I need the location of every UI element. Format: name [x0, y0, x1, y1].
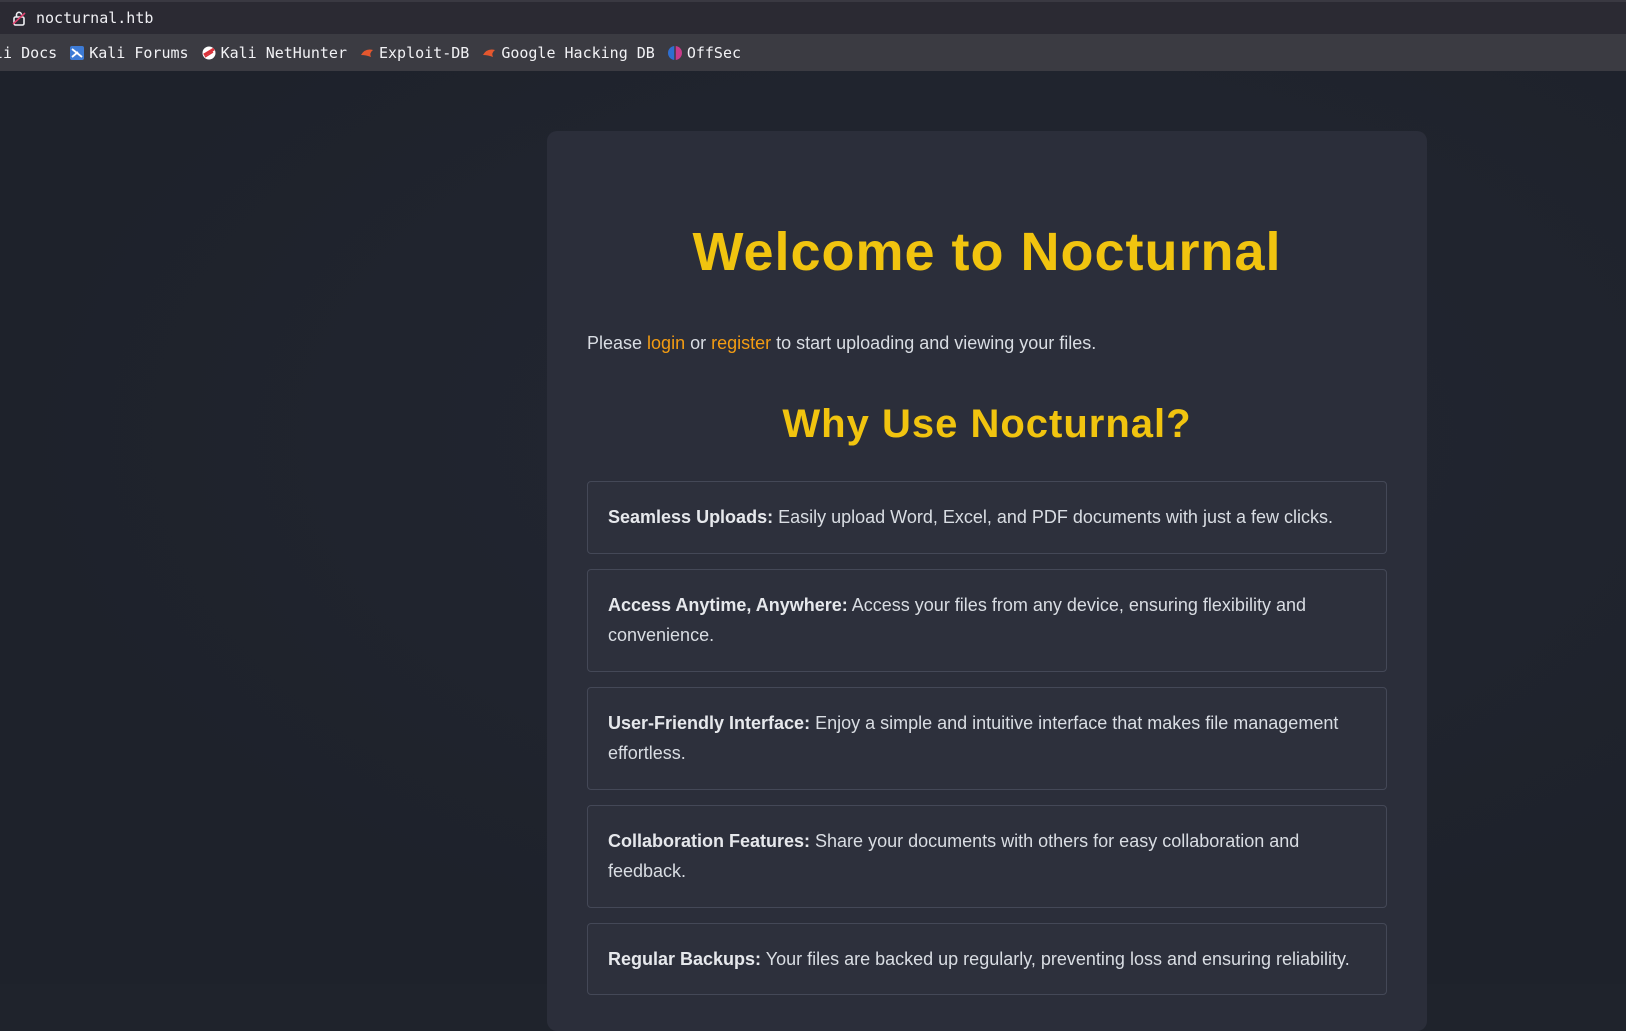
bookmark-label: Exploit-DB: [379, 43, 470, 62]
page-background: Welcome to Nocturnal Please login or reg…: [0, 71, 1626, 1031]
feature-heading: Access Anytime, Anywhere:: [608, 594, 848, 615]
bookmark-label: Kali NetHunter: [220, 43, 347, 62]
feature-text: Easily upload Word, Excel, and PDF docum…: [773, 507, 1333, 527]
feature-heading: Seamless Uploads:: [608, 507, 774, 527]
intro-middle: or: [685, 333, 712, 353]
feature-text: Your files are backed up regularly, prev…: [761, 948, 1350, 969]
bookmark-label: OffSec: [686, 43, 742, 62]
bookmark-kali-forums[interactable]: Kali Forums: [69, 43, 189, 62]
google-hacking-db-icon: [481, 45, 497, 61]
feature-item-access-anytime: Access Anytime, Anywhere: Access your fi…: [587, 568, 1387, 672]
feature-item-collaboration: Collaboration Features: Share your docum…: [587, 804, 1387, 908]
url-bar[interactable]: nocturnal.htb: [0, 0, 1626, 34]
feature-item-user-friendly: User-Friendly Interface: Enjoy a simple …: [587, 686, 1387, 790]
main-card: Welcome to Nocturnal Please login or reg…: [547, 131, 1427, 1031]
intro-after: to start uploading and viewing your file…: [771, 333, 1097, 353]
bookmark-label: Kali Forums: [89, 43, 189, 62]
feature-heading: Regular Backups:: [608, 948, 762, 969]
login-link[interactable]: login: [647, 333, 685, 353]
feature-heading: User-Friendly Interface:: [608, 712, 811, 733]
register-link[interactable]: register: [711, 333, 771, 353]
bookmark-offsec[interactable]: OffSec: [667, 44, 741, 62]
feature-list: Seamless Uploads: Easily upload Word, Ex…: [587, 481, 1387, 995]
feature-item-regular-backups: Regular Backups: Your files are backed u…: [587, 922, 1387, 995]
section-title: Why Use Nocturnal?: [782, 402, 1192, 446]
exploit-db-icon: [359, 45, 375, 61]
bookmark-google-hacking-db[interactable]: Google Hacking DB: [481, 44, 655, 62]
url-text[interactable]: nocturnal.htb: [36, 9, 153, 27]
feature-item-seamless-uploads: Seamless Uploads: Easily upload Word, Ex…: [587, 481, 1387, 554]
kali-forums-icon: [69, 45, 85, 61]
bookmark-exploit-db[interactable]: Exploit-DB: [359, 44, 469, 62]
bookmark-label: li Docs: [0, 43, 58, 62]
bookmark-label: Google Hacking DB: [501, 43, 655, 62]
page-title: Welcome to Nocturnal: [692, 222, 1282, 282]
kali-nethunter-icon: [201, 45, 217, 61]
bookmark-kali-docs[interactable]: li Docs: [0, 44, 57, 62]
intro-text: Please login or register to start upload…: [587, 329, 1387, 357]
bookmarks-toolbar: li Docs Kali Forums Kali NetHunter Explo…: [0, 34, 1626, 71]
feature-heading: Collaboration Features:: [608, 830, 811, 851]
lock-icon[interactable]: [10, 9, 28, 27]
offsec-icon: [667, 45, 683, 61]
bookmark-kali-nethunter[interactable]: Kali NetHunter: [201, 44, 347, 62]
intro-before: Please: [587, 333, 648, 353]
